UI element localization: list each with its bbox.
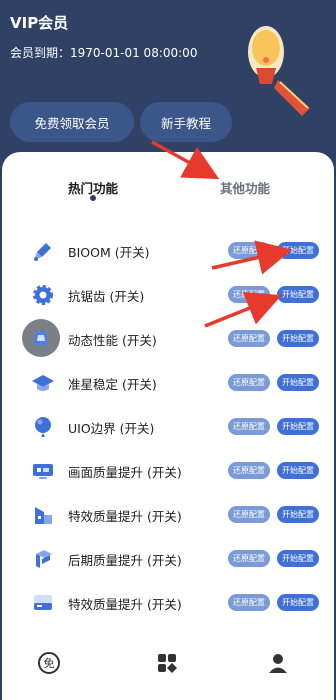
feature-label: 特效质量提升 (开关) bbox=[68, 597, 182, 612]
restore-config-button[interactable]: 还原配置 bbox=[228, 242, 270, 259]
free-vip-button[interactable]: 免费领取会员 bbox=[10, 102, 134, 142]
start-config-button[interactable]: 开始配置 bbox=[277, 330, 319, 347]
restore-config-button[interactable]: 还原配置 bbox=[228, 506, 270, 523]
feature-label: 特效质量提升 (开关) bbox=[68, 509, 182, 524]
feature-label: 准星稳定 (开关) bbox=[68, 377, 157, 392]
start-config-button[interactable]: 开始配置 bbox=[277, 418, 319, 435]
list-item: 动态性能 (开关) 还原配置 开始配置 bbox=[2, 317, 334, 361]
bloom-icon bbox=[28, 236, 58, 266]
list-item: BIOOM (开关) 还原配置 开始配置 bbox=[2, 229, 334, 273]
balloon-icon bbox=[28, 412, 58, 442]
apps-icon[interactable] bbox=[154, 650, 180, 676]
user-icon[interactable] bbox=[265, 650, 291, 676]
start-config-button[interactable]: 开始配置 bbox=[277, 462, 319, 479]
screen-quality-icon bbox=[28, 456, 58, 486]
list-item: 准星稳定 (开关) 还原配置 开始配置 bbox=[2, 361, 334, 405]
list-item: UIO边界 (开关) 还原配置 开始配置 bbox=[2, 405, 334, 449]
header: VIP会员 会员到期：1970-01-01 08:00:00 免费领取会员 新手… bbox=[0, 0, 336, 170]
gear-icon bbox=[28, 280, 58, 310]
page-title: VIP会员 bbox=[10, 14, 69, 32]
post-process-icon bbox=[28, 544, 58, 574]
performance-icon bbox=[22, 319, 60, 357]
list-item: 画面质量提升 (开关) 还原配置 开始配置 bbox=[2, 449, 334, 493]
feature-label: BIOOM (开关) bbox=[68, 245, 150, 260]
start-config-button[interactable]: 开始配置 bbox=[277, 286, 319, 303]
start-config-button[interactable]: 开始配置 bbox=[277, 506, 319, 523]
feature-label: 后期质量提升 (开关) bbox=[68, 553, 182, 568]
tab-other-features[interactable]: 其他功能 bbox=[220, 178, 270, 197]
feature-label: 抗锯齿 (开关) bbox=[68, 289, 145, 304]
feature-panel: 热门功能 其他功能 BIOOM (开关) 还原配置 开始配置 抗锯齿 (开关) … bbox=[2, 152, 334, 700]
active-tab-indicator bbox=[90, 195, 96, 201]
building-icon bbox=[28, 500, 58, 530]
restore-config-button[interactable]: 还原配置 bbox=[228, 550, 270, 567]
restore-config-button[interactable]: 还原配置 bbox=[228, 374, 270, 391]
restore-config-button[interactable]: 还原配置 bbox=[228, 418, 270, 435]
feature-label: 动态性能 (开关) bbox=[68, 333, 157, 348]
restore-config-button[interactable]: 还原配置 bbox=[228, 462, 270, 479]
sky-lantern-icon bbox=[248, 26, 310, 116]
expiry-text: 会员到期：1970-01-01 08:00:00 bbox=[10, 46, 198, 60]
graduation-cap-icon bbox=[28, 368, 58, 398]
tutorial-button[interactable]: 新手教程 bbox=[140, 102, 232, 142]
list-item: 特效质量提升 (开关) 还原配置 开始配置 bbox=[2, 581, 334, 625]
list-item: 特效质量提升 (开关) 还原配置 开始配置 bbox=[2, 493, 334, 537]
free-icon[interactable]: 免 bbox=[36, 650, 62, 676]
list-item: 抗锯齿 (开关) 还原配置 开始配置 bbox=[2, 273, 334, 317]
list-item: 后期质量提升 (开关) 还原配置 开始配置 bbox=[2, 537, 334, 581]
start-config-button[interactable]: 开始配置 bbox=[277, 374, 319, 391]
restore-config-button[interactable]: 还原配置 bbox=[228, 286, 270, 303]
start-config-button[interactable]: 开始配置 bbox=[277, 242, 319, 259]
feature-label: 画面质量提升 (开关) bbox=[68, 465, 182, 480]
card-icon bbox=[28, 588, 58, 618]
restore-config-button[interactable]: 还原配置 bbox=[228, 594, 270, 611]
restore-config-button[interactable]: 还原配置 bbox=[228, 330, 270, 347]
bottom-nav: 免 bbox=[2, 636, 334, 696]
start-config-button[interactable]: 开始配置 bbox=[277, 550, 319, 567]
start-config-button[interactable]: 开始配置 bbox=[277, 594, 319, 611]
feature-label: UIO边界 (开关) bbox=[68, 421, 155, 436]
svg-text:免: 免 bbox=[44, 656, 55, 670]
